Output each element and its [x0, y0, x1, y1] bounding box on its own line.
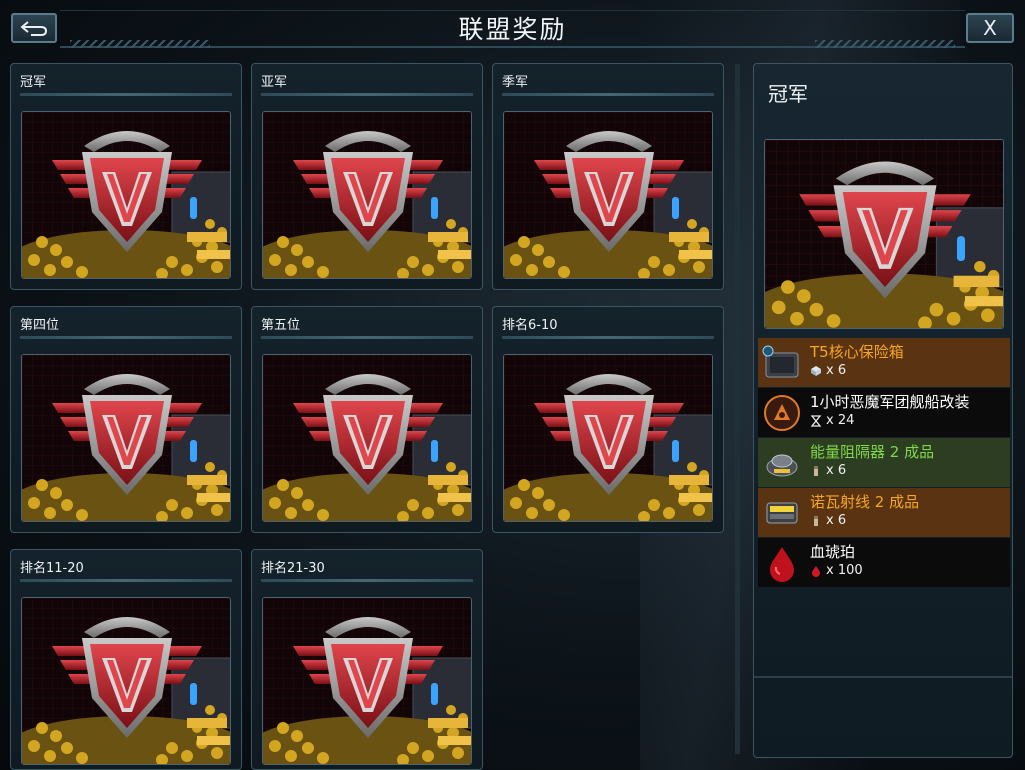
reward-card-third[interactable]: 季军: [492, 63, 724, 290]
reward-emblem-image: [503, 354, 713, 522]
card-divider: [20, 336, 232, 339]
reward-item-qty-wrap: x 24: [810, 413, 854, 428]
reward-item-qty: x 6: [826, 363, 847, 378]
reward-item-name: 诺瓦射线 2 成品: [810, 493, 920, 511]
close-icon: X: [983, 16, 997, 40]
page-title: 联盟奖励: [458, 15, 567, 44]
reward-item-name: 血琥珀: [810, 543, 856, 561]
reward-card-label: 季军: [502, 75, 529, 90]
cube-icon: [811, 365, 821, 376]
reward-item-qty-wrap: x 6: [810, 513, 846, 528]
close-button[interactable]: X: [966, 13, 1014, 43]
reward-item-qty: x 100: [826, 563, 863, 578]
reward-card-label: 第四位: [20, 318, 60, 333]
reward-item-nova-ray[interactable]: 诺瓦射线 2 成品 x 6: [758, 488, 1010, 537]
reward-card-label: 第五位: [261, 318, 301, 333]
reward-card-label: 亚军: [261, 75, 288, 90]
reward-item-blood-amber[interactable]: 血琥珀 x 100: [758, 538, 1010, 587]
reward-emblem-image: [503, 111, 713, 279]
detail-title: 冠军: [768, 82, 808, 106]
card-divider: [261, 93, 473, 96]
reward-item-qty-wrap: x 6: [810, 363, 846, 378]
reward-emblem-image: [262, 111, 472, 279]
reward-card-label: 排名11-20: [20, 561, 84, 576]
card-divider: [502, 336, 714, 339]
card-divider: [502, 93, 714, 96]
reward-item-qty-wrap: x 100: [810, 563, 863, 578]
reward-card-rank-6-10[interactable]: 排名6-10: [492, 306, 724, 533]
demon-legion-icon: [764, 395, 800, 431]
reward-item-qty: x 6: [826, 463, 847, 478]
reward-item-energy-blocker[interactable]: 能量阻隔器 2 成品 x 6: [758, 438, 1010, 487]
reward-card-fifth[interactable]: 第五位: [251, 306, 483, 533]
reward-card-champion[interactable]: 冠军: [10, 63, 242, 290]
top-bar: 联盟奖励 X: [0, 0, 1025, 52]
card-divider: [261, 336, 473, 339]
reward-item-demon-legion-refit[interactable]: 1小时恶魔军团舰船改装 x 24: [758, 388, 1010, 437]
reward-emblem-image: [21, 111, 231, 279]
reward-card-label: 冠军: [20, 75, 47, 90]
nova-ray-icon: [766, 502, 798, 524]
reward-item-qty: x 6: [826, 513, 847, 528]
card-divider: [20, 93, 232, 96]
energy-blocker-icon: [766, 454, 798, 477]
blood-amber-icon: [770, 547, 794, 582]
back-arrow-icon: [20, 21, 48, 36]
component-icon: [814, 465, 818, 476]
card-divider: [261, 579, 473, 582]
reward-item-t5-safe[interactable]: T5核心保险箱 x 6: [758, 338, 1010, 387]
reward-emblem-image: [21, 597, 231, 765]
back-button[interactable]: [11, 13, 57, 43]
reward-item-list: T5核心保险箱 x 6 1小时恶魔军团舰船改装 x 24 能量阻隔器 2 成品 …: [758, 338, 1010, 588]
blood-drop-icon: [812, 565, 820, 577]
reward-detail-panel: 冠军 T5核心保险箱 x 6 1小时恶魔军团舰船改装 x 24 能量阻隔器 2 …: [753, 63, 1013, 758]
reward-card-rank-11-20[interactable]: 排名11-20: [10, 549, 242, 770]
reward-card-fourth[interactable]: 第四位: [10, 306, 242, 533]
reward-card-label: 排名21-30: [261, 561, 325, 576]
panel-divider: [754, 676, 1012, 678]
component-icon: [814, 515, 818, 526]
safe-box-icon: [762, 345, 799, 378]
reward-card-label: 排名6-10: [502, 318, 558, 333]
reward-emblem-image: [21, 354, 231, 522]
reward-item-name: T5核心保险箱: [810, 343, 904, 361]
reward-card-runner-up[interactable]: 亚军: [251, 63, 483, 290]
hourglass-icon: [810, 414, 822, 427]
reward-emblem-image: [262, 354, 472, 522]
reward-item-qty-wrap: x 6: [810, 463, 846, 478]
reward-item-name: 能量阻隔器 2 成品: [810, 443, 935, 461]
detail-emblem-image: [764, 139, 1004, 329]
reward-item-name: 1小时恶魔军团舰船改装: [810, 393, 970, 411]
reward-emblem-image: [262, 597, 472, 765]
card-divider: [20, 579, 232, 582]
scrollbar-thumb[interactable]: [735, 64, 740, 754]
reward-item-qty: x 24: [826, 413, 855, 428]
reward-card-rank-21-30[interactable]: 排名21-30: [251, 549, 483, 770]
